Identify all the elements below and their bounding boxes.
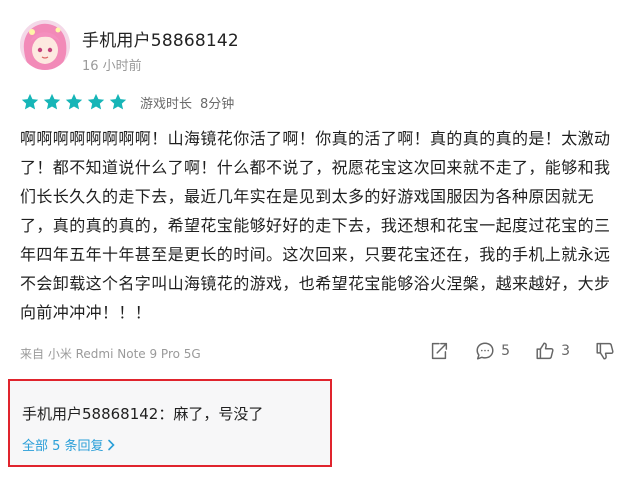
view-all-replies-label: 全部 5 条回复 [22,439,104,454]
star-rating [20,92,128,112]
review-text: 啊啊啊啊啊啊啊啊！山海镜花你活了啊！你真的活了啊！真的真的真的是！太激动了！都不… [20,129,611,322]
star-icon [109,93,127,110]
avatar[interactable] [20,20,70,70]
comment-button[interactable]: 5 [474,340,510,362]
star-icon [43,93,61,110]
share-button[interactable] [428,340,450,362]
play-time-label: 游戏时长 [140,96,193,112]
thumbs-up-icon [536,342,554,360]
chevron-right-icon [107,439,115,451]
post-time: 16 小时前 [82,59,142,74]
action-bar: 5 3 [404,340,616,362]
view-all-replies-link[interactable]: 全部 5 条回复 [22,435,116,454]
meta-row: 来自 小米 Redmi Note 9 Pro 5G 5 3 [20,340,620,364]
reply-preview: 手机用户58868142：麻了，号没了 全部 5 条回复 [8,379,332,467]
comment-count: 5 [501,343,511,359]
star-icon [21,93,39,110]
thumbs-down-icon [596,342,614,360]
comment-icon [476,342,494,360]
like-button[interactable]: 3 [534,340,570,362]
like-count: 3 [561,343,570,359]
rating-row: 游戏时长 8分钟 [20,92,234,112]
share-icon [432,342,448,360]
reply-text[interactable]: 手机用户58868142：麻了，号没了 [22,403,263,424]
dislike-button[interactable] [594,340,616,362]
play-time-value: 8分钟 [200,96,235,112]
user-name[interactable]: 手机用户58868142 [82,26,239,51]
device-info: 来自 小米 Redmi Note 9 Pro 5G [20,347,201,361]
play-time: 游戏时长 8分钟 [140,93,234,112]
star-icon [87,93,105,110]
star-icon [65,93,83,110]
